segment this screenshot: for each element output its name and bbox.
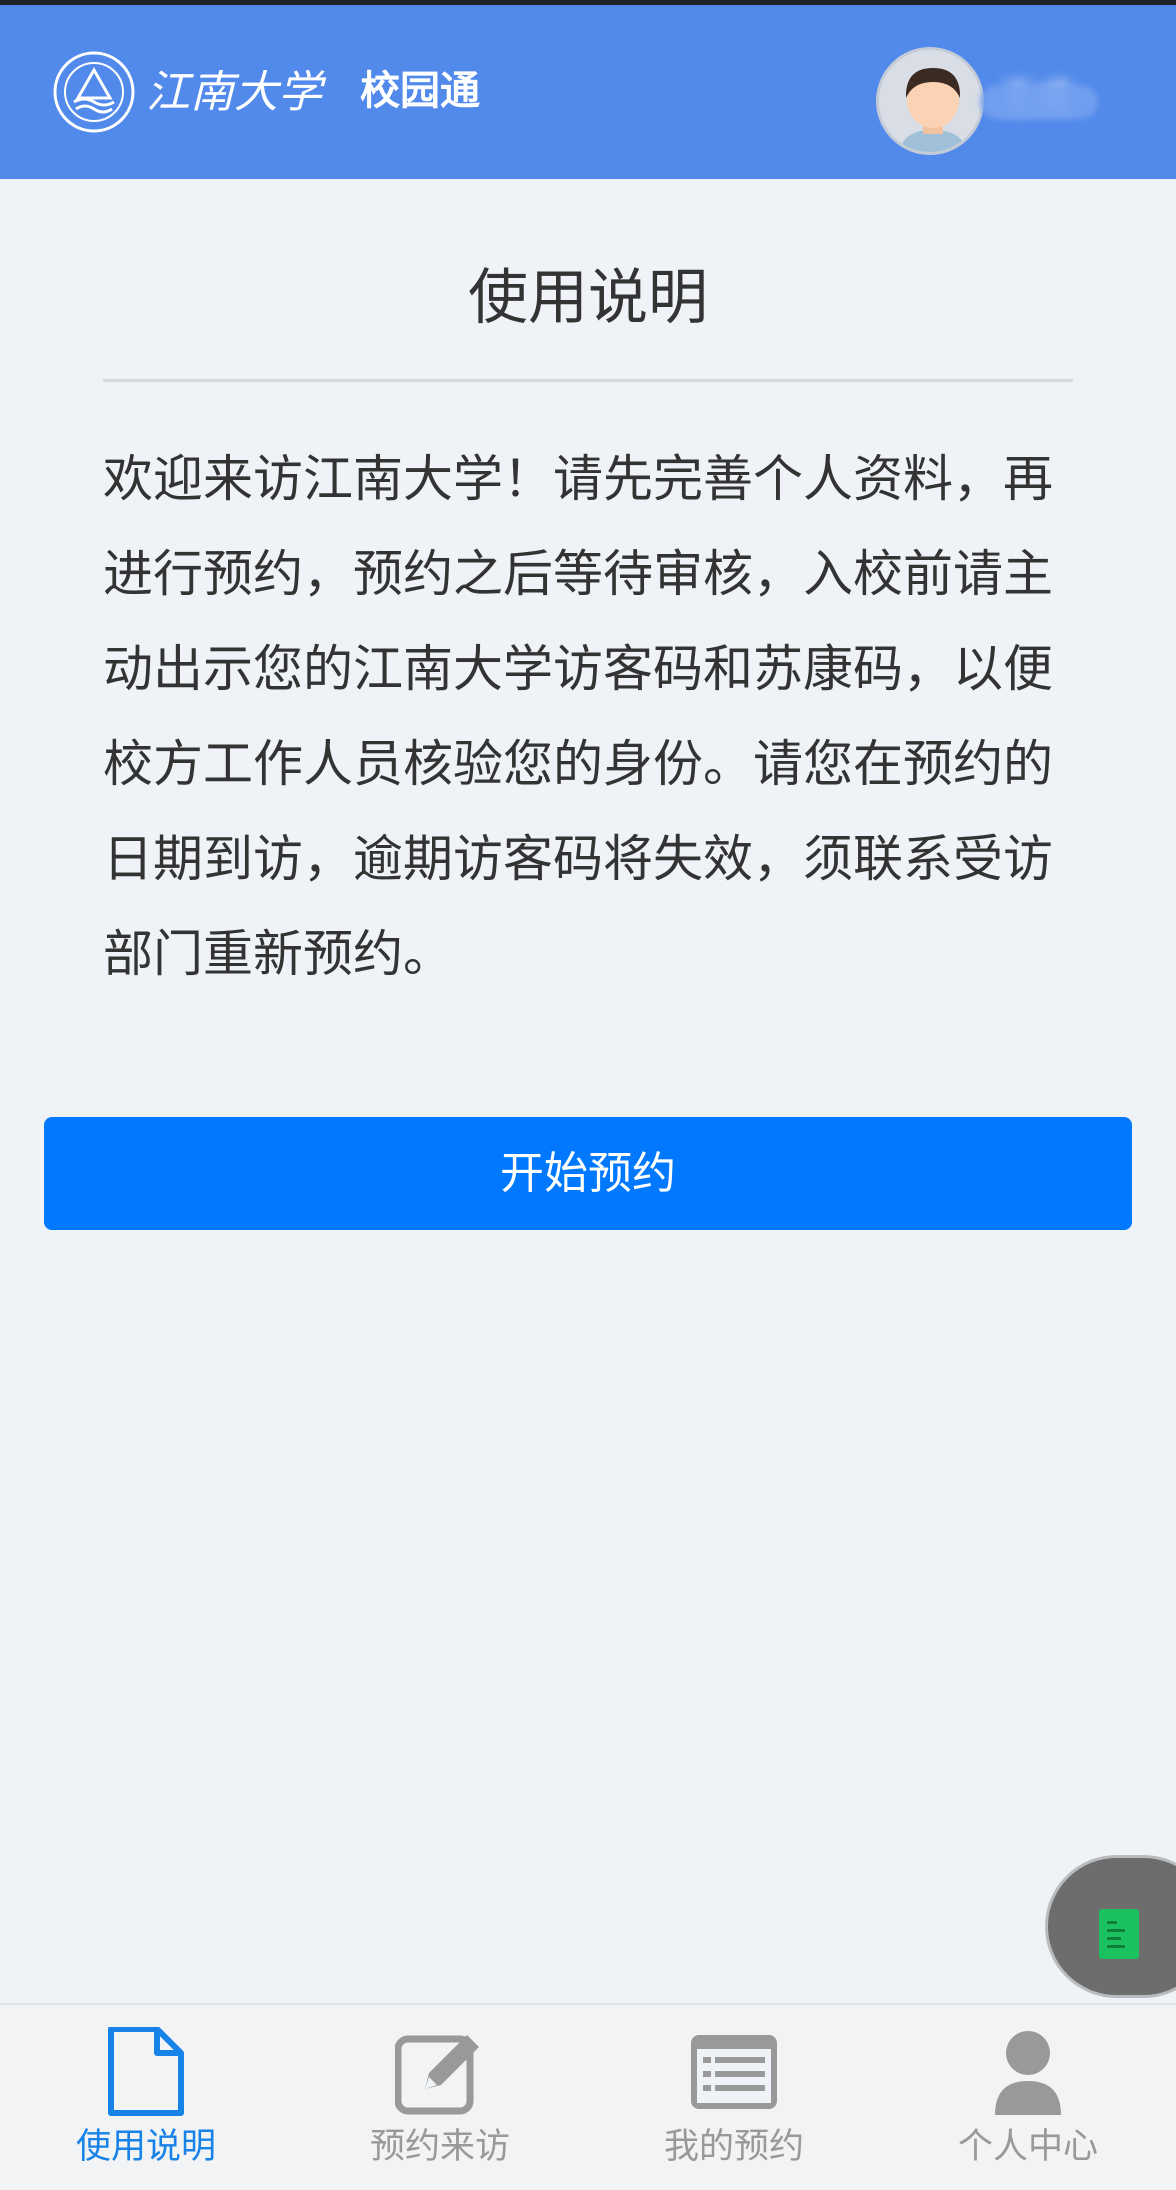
tab-my-bookings[interactable]: 我的预约 <box>644 2027 824 2177</box>
logo-script-text: 江南大学 <box>146 67 327 118</box>
title-divider <box>103 379 1073 382</box>
app-subtitle: 校园通 <box>360 68 480 114</box>
instructions-text: 欢迎来访江南大学！请先完善个人资料，再进行预约，预约之后等待审核，入校前请主动出… <box>103 450 1053 983</box>
start-booking-button[interactable]: 开始预约 <box>44 1117 1132 1230</box>
document-icon <box>1099 1909 1139 1959</box>
tab-book-visit[interactable]: 预约来访 <box>350 2027 530 2177</box>
bottom-tab-bar: 使用说明 预约来访 我的预约 个人中心 <box>0 2003 1176 2190</box>
user-name-redaction <box>980 85 1098 119</box>
tab-label: 我的预约 <box>663 2127 804 2167</box>
file-icon <box>108 2027 184 2116</box>
page-title: 使用说明 <box>468 263 708 333</box>
tab-label: 个人中心 <box>957 2127 1098 2167</box>
university-script-logo: 江南大学 <box>146 67 327 118</box>
list-icon <box>691 2035 777 2109</box>
edit-icon <box>395 2035 479 2115</box>
floating-action-button[interactable] <box>1045 1855 1176 1998</box>
tab-personal-center[interactable]: 个人中心 <box>938 2027 1118 2177</box>
tab-label: 使用说明 <box>75 2127 216 2167</box>
user-icon <box>995 2031 1061 2115</box>
university-seal-icon <box>53 51 135 133</box>
app-header: 江南大学 校园通 王成 <box>0 5 1176 179</box>
tab-label: 预约来访 <box>369 2127 510 2167</box>
tab-instructions[interactable]: 使用说明 <box>56 2027 236 2177</box>
avatar[interactable] <box>876 47 984 155</box>
avatar-icon <box>879 50 981 152</box>
